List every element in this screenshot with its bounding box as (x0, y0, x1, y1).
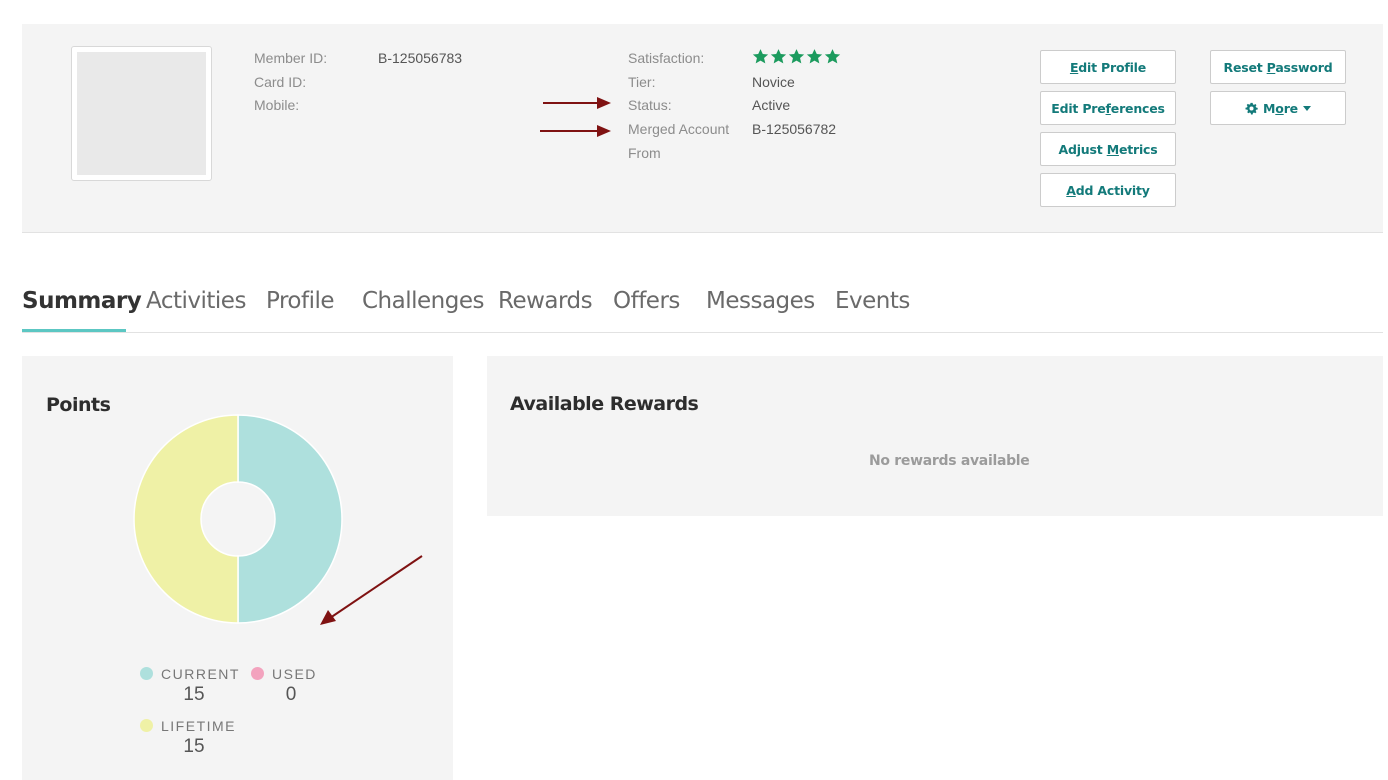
tab-events[interactable]: Events (835, 288, 910, 314)
available-rewards-card: Available Rewards No rewards available (487, 356, 1383, 516)
no-rewards-message: No rewards available (869, 453, 1030, 469)
legend-used-value: 0 (285, 684, 297, 705)
legend-current-value: 15 (183, 684, 205, 705)
tier-value: Novice (752, 74, 795, 90)
legend-lifetime-label: LIFETIME (161, 718, 237, 734)
star-icon (770, 49, 787, 64)
points-donut-chart (133, 414, 343, 624)
more-label: More (1263, 100, 1298, 116)
caret-down-icon (1302, 105, 1311, 111)
star-icon (824, 49, 841, 64)
legend-used-label: USED (272, 666, 317, 682)
status-value: Active (752, 97, 791, 113)
adjust-metrics-label: Adjust Metrics (1058, 141, 1158, 157)
star-icon (806, 49, 823, 64)
legend-used-swatch (251, 667, 264, 680)
edit-preferences-button[interactable]: Edit Preferences (1040, 91, 1176, 125)
status-label: Status: (628, 97, 672, 113)
merged-account-value: B-125056782 (752, 121, 837, 137)
edit-preferences-label: Edit Preferences (1051, 100, 1165, 116)
avatar-placeholder (77, 52, 206, 175)
tier-label: Tier: (628, 74, 656, 90)
tab-activities[interactable]: Activities (146, 288, 246, 314)
available-rewards-title: Available Rewards (510, 393, 699, 415)
card-id-label: Card ID: (254, 74, 307, 90)
member-header-panel: Member ID: B-125056783 Card ID: Mobile: … (22, 24, 1383, 233)
legend-lifetime-swatch (140, 719, 153, 732)
tab-profile[interactable]: Profile (266, 288, 335, 314)
tab-messages[interactable]: Messages (706, 288, 815, 314)
tab-challenges[interactable]: Challenges (362, 288, 484, 314)
member-id-label: Member ID: (254, 50, 328, 66)
edit-profile-button[interactable]: Edit Profile (1040, 50, 1176, 84)
edit-profile-label: Edit Profile (1069, 59, 1147, 75)
satisfaction-label: Satisfaction: (628, 50, 705, 66)
tab-offers[interactable]: Offers (613, 288, 680, 314)
legend-current-swatch (140, 667, 153, 680)
star-icon (752, 49, 769, 64)
avatar[interactable] (71, 46, 212, 181)
tab-summary[interactable]: Summary (22, 288, 142, 314)
annotation-arrow-status (543, 97, 611, 109)
add-activity-button[interactable]: Add Activity (1040, 173, 1176, 207)
satisfaction-stars (752, 48, 841, 65)
legend-lifetime-value: 15 (183, 736, 205, 757)
add-activity-label: Add Activity (1066, 182, 1150, 198)
reset-password-button[interactable]: Reset Password (1210, 50, 1346, 84)
merged-from-label: From (628, 145, 661, 161)
reset-password-label: Reset Password (1223, 59, 1333, 75)
active-tab-indicator (22, 329, 126, 332)
mobile-label: Mobile: (254, 97, 300, 113)
annotation-arrow-chart (320, 555, 423, 625)
star-icon (788, 49, 805, 64)
points-title: Points (46, 394, 111, 416)
adjust-metrics-button[interactable]: Adjust Metrics (1040, 132, 1176, 166)
tab-bar: Summary Activities Profile Challenges Re… (22, 278, 1383, 333)
tab-rewards[interactable]: Rewards (498, 288, 593, 314)
member-id-value: B-125056783 (378, 50, 463, 66)
donut-slice-lifetime[interactable] (133, 414, 239, 624)
more-dropdown-button[interactable]: More (1210, 91, 1346, 125)
annotation-arrow-merged (540, 125, 611, 137)
legend-current-label: CURRENT (161, 666, 240, 682)
merged-account-label: Merged Account (628, 121, 730, 137)
gear-icon (1245, 102, 1258, 115)
